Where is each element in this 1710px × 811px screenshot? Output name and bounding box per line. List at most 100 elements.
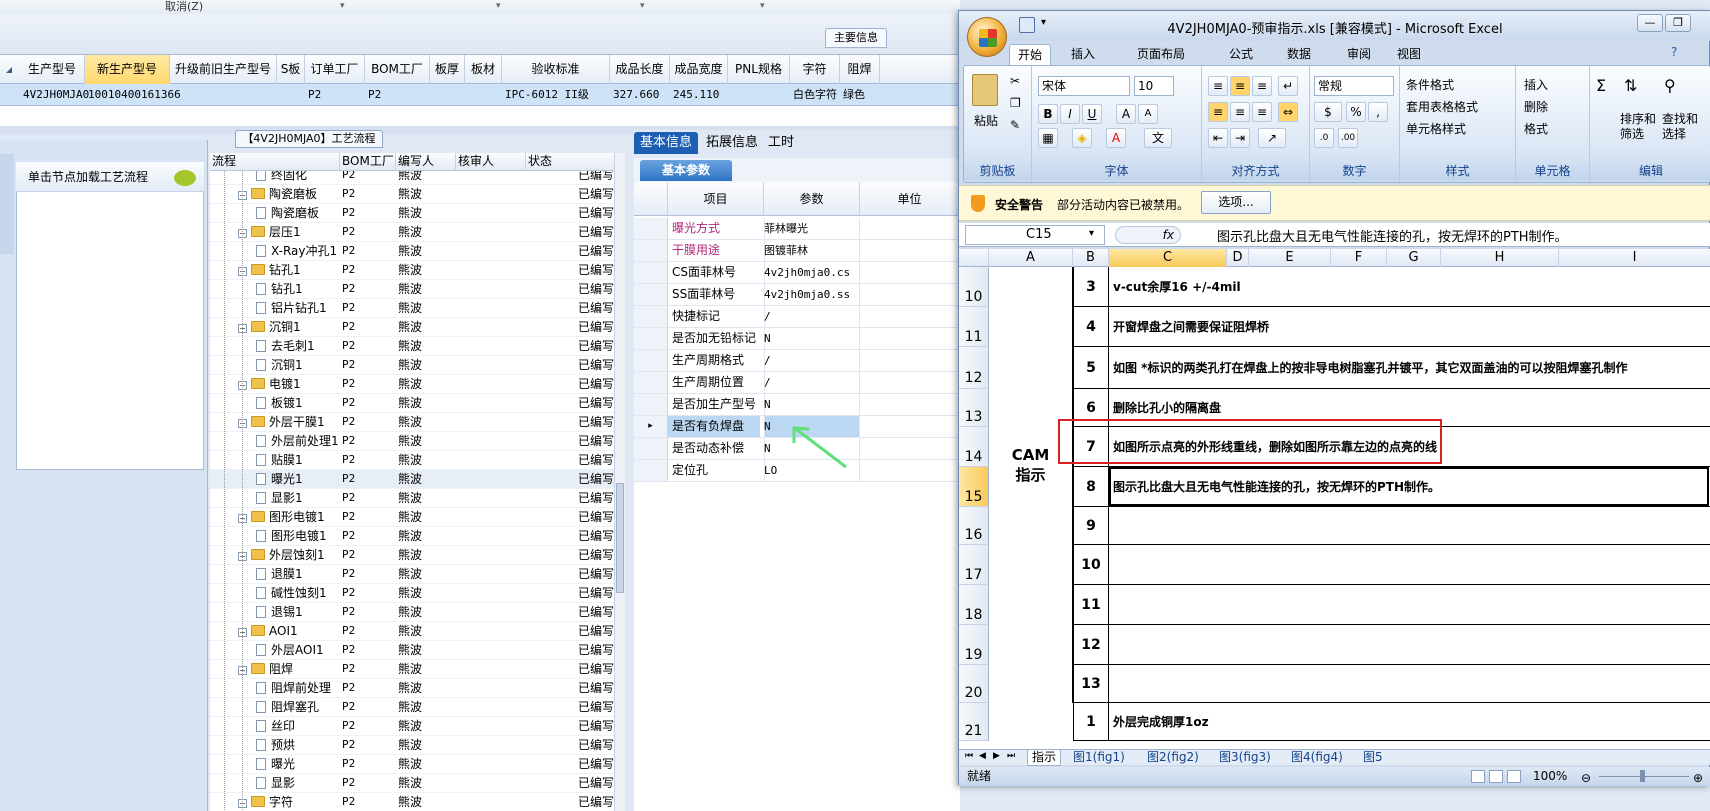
column-header[interactable]: D (1227, 249, 1249, 267)
tree-row[interactable]: 板镀1 P2 熊波 已编写 (210, 394, 615, 413)
dropdown-arrow-icon[interactable]: ▾ (340, 1, 345, 11)
save-icon[interactable] (1019, 17, 1035, 33)
tree-row[interactable]: 外层AOI1 P2 熊波 已编写 (210, 641, 615, 660)
column-header[interactable]: A (989, 249, 1073, 267)
sheet-tab[interactable]: 图1(fig1) (1069, 750, 1129, 766)
minimize-button[interactable]: — (1637, 14, 1663, 32)
percent-button[interactable]: % (1346, 102, 1366, 122)
tree-node[interactable]: −陶瓷磨板 (238, 185, 317, 203)
format-cells-button[interactable]: 格式 (1524, 120, 1548, 137)
sheet-tab[interactable]: 指示 (1027, 750, 1062, 766)
tree-row[interactable]: 显影1 P2 熊波 已编写 (210, 489, 615, 508)
tree-row[interactable]: 沉铜1 P2 熊波 已编写 (210, 356, 615, 375)
number-format-select[interactable]: 常规 (1314, 76, 1394, 96)
conditional-format-button[interactable]: 条件格式 (1406, 76, 1454, 93)
grid-cell[interactable] (173, 84, 277, 105)
sheet-row[interactable]: 9 (1073, 507, 1710, 545)
tree-node[interactable]: 沉铜1 (256, 356, 303, 374)
param-value[interactable]: N (764, 394, 771, 415)
cut-icon[interactable]: ✂ (1010, 74, 1020, 88)
sheet-row[interactable]: 13 (1073, 665, 1710, 703)
align-center-button[interactable]: ≡ (1230, 102, 1250, 122)
tree-node[interactable]: −字符 (238, 793, 293, 811)
grid-cell[interactable] (280, 84, 305, 105)
tree-row[interactable]: 陶瓷磨板 P2 熊波 已编写 (210, 204, 615, 223)
tree-node[interactable]: 板镀1 (256, 394, 303, 412)
column-header[interactable]: G (1387, 249, 1441, 267)
product-grid-row[interactable]: 4V2JH0MJA0 10010400161366 P2 P2 IPC-6012 II级… (0, 84, 960, 106)
tree-node[interactable]: −图形电镀1 (238, 508, 325, 526)
page-layout-view-icon[interactable] (1489, 770, 1503, 783)
param-value[interactable]: N (764, 328, 771, 349)
row-header[interactable]: 13 (959, 389, 989, 427)
ribbon-tab[interactable]: 审阅 (1339, 44, 1379, 65)
process-tree[interactable]: 终固化P2熊波已编写−陶瓷磨板P2熊波已编写陶瓷磨板P2熊波已编写−层压1P2熊… (210, 171, 615, 811)
align-left-button[interactable]: ≡ (1208, 102, 1228, 122)
tree-row[interactable]: −钻孔1 P2 熊波 已编写 (210, 261, 615, 280)
scroll-thumb[interactable] (616, 483, 624, 593)
tree-row[interactable]: 碱性蚀刻1 P2 熊波 已编写 (210, 584, 615, 603)
align-middle-button[interactable]: ≡ (1230, 76, 1250, 96)
tree-node[interactable]: 去毛刺1 (256, 337, 315, 355)
accounting-button[interactable]: $ (1314, 102, 1342, 122)
ribbon-tab[interactable]: 数据 (1279, 44, 1319, 65)
column-header[interactable]: C (1109, 249, 1227, 267)
tree-node[interactable]: −层压1 (238, 223, 301, 241)
param-row[interactable]: CS面菲林号 4v2jh0mja0.cs (634, 262, 960, 284)
table-format-button[interactable]: 套用表格格式 (1406, 98, 1478, 115)
sheet-tab[interactable]: 图2(fig2) (1143, 750, 1203, 766)
param-row[interactable]: 干膜用途 图镀菲林 (634, 240, 960, 262)
sheet-nav-icon[interactable]: ▶ (993, 751, 1000, 761)
office-button[interactable] (967, 17, 1007, 57)
sheet-row[interactable]: 3 v-cut余厚16 +/-4mil (1073, 267, 1710, 307)
tree-row[interactable]: 阻焊塞孔 P2 熊波 已编写 (210, 698, 615, 717)
param-cell[interactable] (764, 372, 860, 393)
align-top-button[interactable]: ≡ (1208, 76, 1228, 96)
vertical-tab[interactable] (0, 154, 14, 254)
param-value[interactable]: LO (764, 460, 777, 481)
tree-node[interactable]: 图形电镀1 (256, 527, 327, 545)
row-header[interactable]: 20 (959, 665, 989, 703)
grid-cell[interactable]: 绿色 (843, 84, 880, 105)
comma-button[interactable]: , (1368, 102, 1388, 122)
param-value[interactable]: 4v2jh0mja0.cs (764, 262, 850, 283)
row-header[interactable] (634, 262, 668, 283)
basic-tab[interactable]: 拓展信息 (700, 132, 764, 154)
param-cell[interactable] (764, 350, 860, 371)
tree-node[interactable]: 外层AOI1 (256, 641, 324, 659)
grid-col-header[interactable]: 板厚 (430, 55, 465, 85)
tree-node[interactable]: −阻焊 (238, 660, 293, 678)
tree-node[interactable]: 外层前处理1 (256, 432, 339, 450)
tree-row[interactable]: 曝光1 P2 熊波 已编写 (210, 470, 615, 489)
row-header[interactable] (634, 240, 668, 261)
row-header[interactable]: 12 (959, 347, 989, 389)
row-header[interactable]: 21 (959, 703, 989, 741)
tree-node[interactable]: 终固化 (256, 171, 307, 184)
grid-cell[interactable] (433, 84, 465, 105)
zoom-in-icon[interactable]: ⊕ (1693, 769, 1703, 788)
name-box[interactable]: C15 (965, 225, 1105, 245)
tree-node[interactable]: 阻焊塞孔 (256, 698, 319, 716)
grid-cell[interactable]: 4V2JH0MJA0 (23, 84, 89, 105)
increase-indent-button[interactable]: ⇥ (1230, 128, 1250, 148)
tree-row[interactable]: −层压1 P2 熊波 已编写 (210, 223, 615, 242)
tree-row[interactable]: 铝片钻孔1 P2 熊波 已编写 (210, 299, 615, 318)
row-header[interactable]: 16 (959, 507, 989, 545)
tree-node[interactable]: 钻孔1 (256, 280, 303, 298)
basic-tab[interactable]: 工时 (762, 132, 800, 154)
tree-row[interactable]: X-Ray冲孔1 P2 熊波 已编写 (210, 242, 615, 261)
grid-col-header[interactable]: 验收标准 (502, 55, 610, 85)
param-cell[interactable] (764, 328, 860, 349)
name-box-dropdown-icon[interactable]: ▾ (1089, 228, 1094, 239)
tree-row[interactable]: −电镀1 P2 熊波 已编写 (210, 375, 615, 394)
column-header[interactable]: H (1441, 249, 1559, 267)
sheet-tab[interactable]: 图3(fig3) (1215, 750, 1275, 766)
paste-button[interactable]: 粘贴 (974, 112, 998, 129)
cell-style-button[interactable]: 单元格样式 (1406, 120, 1466, 137)
sheet-row[interactable]: 12 (1073, 625, 1710, 665)
tree-node[interactable]: −电镀1 (238, 375, 301, 393)
column-header[interactable]: I (1559, 249, 1710, 267)
sheet-row[interactable]: 1 外层完成铜厚1oz (1073, 703, 1710, 741)
param-cell[interactable] (764, 306, 860, 327)
grid-cell[interactable]: 10010400161366 (88, 84, 181, 105)
